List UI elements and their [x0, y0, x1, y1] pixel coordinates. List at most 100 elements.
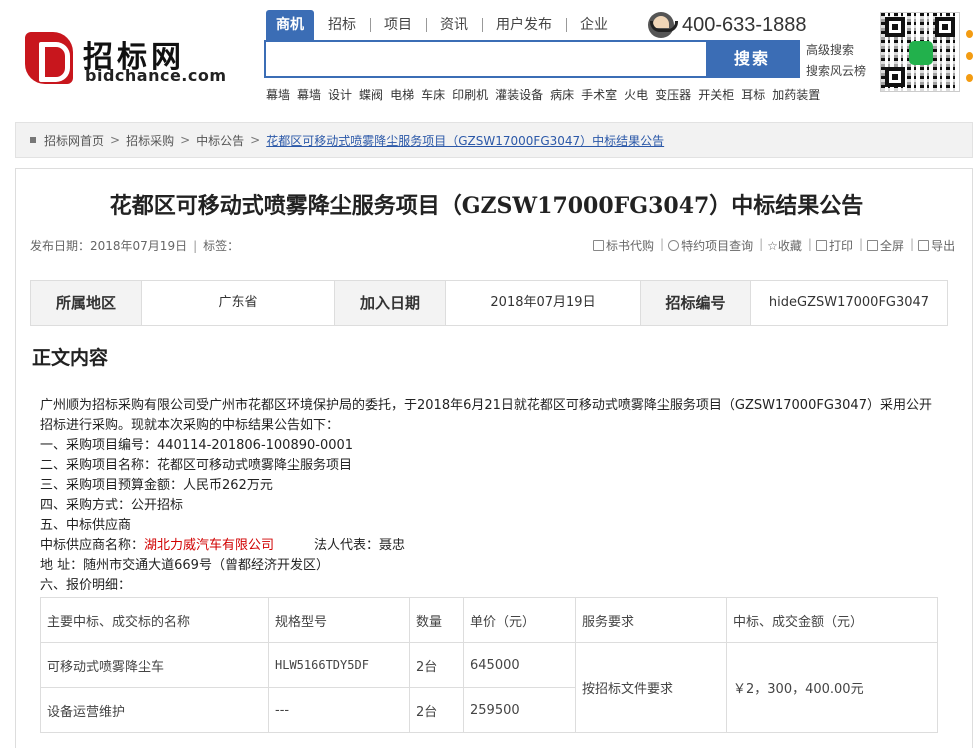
tab-news[interactable]: 资讯	[426, 10, 482, 40]
hot-keyword[interactable]: 设计	[328, 86, 352, 103]
table-cell: ￥2，300，400.00元	[726, 642, 938, 733]
hot-keyword[interactable]: 开关柜	[698, 86, 734, 103]
supplier-name[interactable]: 湖北力威汽车有限公司	[144, 538, 274, 553]
print-link[interactable]: 打印	[815, 237, 853, 254]
table-header: 数量	[409, 597, 464, 643]
fullscreen-link[interactable]: 全屏	[867, 237, 904, 254]
table-cell: 2台	[409, 687, 464, 733]
hot-keyword[interactable]: 火电	[624, 86, 648, 103]
search-bar: 搜索	[264, 40, 800, 78]
favorite-link[interactable]: ☆ 收藏	[767, 237, 802, 254]
project-name: 二、采购项目名称：花都区可移动式喷雾降尘服务项目	[40, 458, 353, 473]
hot-keyword[interactable]: 手术室	[581, 86, 617, 103]
table-cell: 645000	[463, 642, 576, 688]
breadcrumb-separator: >	[180, 133, 191, 147]
hot-keyword[interactable]: 变压器	[655, 86, 691, 103]
table-header: 服务要求	[575, 597, 727, 643]
page-title: 花都区可移动式喷雾降尘服务项目（GZSW17000FG3047）中标结果公告	[109, 193, 864, 219]
table-header: 单价（元）	[463, 597, 576, 643]
hot-keyword[interactable]: 电梯	[390, 86, 414, 103]
hot-keyword[interactable]: 耳标	[741, 86, 765, 103]
article-tools: 标书代购 | 特约项目查询 | ☆ 收藏 | 打印 | 全屏 | 导出	[593, 237, 957, 254]
fullscreen-icon	[867, 240, 879, 251]
project-budget: 三、采购项目预算金额：人民币262万元	[40, 478, 273, 493]
intro-paragraph: 广州顺为招标采购有限公司受广州市花都区环境保护局的委托，于2018年6月21日就…	[40, 398, 932, 433]
table-cell: 可移动式喷雾降尘车	[40, 642, 269, 688]
advanced-search-link[interactable]: 高级搜索	[806, 43, 854, 57]
table-cell: 2台	[409, 642, 464, 688]
breadcrumb-procurement[interactable]: 招标采购	[126, 132, 174, 149]
breadcrumb-separator: >	[110, 133, 121, 147]
logo-icon	[25, 32, 73, 84]
article-body: 广州顺为招标采购有限公司受广州市花都区环境保护局的委托，于2018年6月21日就…	[40, 396, 935, 596]
section-title: 正文内容	[32, 347, 109, 369]
hot-keyword[interactable]: 病床	[550, 86, 574, 103]
export-icon	[918, 240, 930, 251]
printer-icon	[815, 240, 827, 251]
region-label: 所属地区	[31, 281, 142, 325]
supplier-heading: 五、中标供应商	[40, 518, 132, 533]
bullet-icon	[30, 137, 36, 143]
search-input[interactable]	[266, 42, 706, 76]
table-cell: HLW5166TDY5DF	[268, 642, 410, 688]
bid-purchase-link[interactable]: 标书代购	[593, 237, 654, 254]
hot-keyword[interactable]: 灌装设备	[495, 86, 543, 103]
table-cell: 设备运营维护	[40, 687, 269, 733]
breadcrumb-separator: >	[250, 133, 261, 147]
code-label: 招标编号	[641, 281, 751, 325]
qr-code	[880, 12, 960, 92]
tab-user-posts[interactable]: 用户发布	[482, 10, 566, 40]
document-icon	[593, 240, 604, 251]
hot-keyword[interactable]: 车床	[421, 86, 445, 103]
supplier-address: 地 址：随州市交通大道669号（曾都经济开发区）	[40, 558, 329, 573]
date-label: 加入日期	[335, 281, 446, 325]
code-value: hideGZSW17000FG3047	[768, 295, 930, 310]
table-header: 中标、成交金额（元）	[726, 597, 938, 643]
side-decoration	[966, 30, 973, 100]
publish-date: 发布日期：2018年07月19日	[30, 239, 188, 253]
article-meta: 发布日期：2018年07月19日 | 标签：	[30, 239, 240, 253]
breadcrumb-home[interactable]: 招标网首页	[44, 132, 104, 149]
search-ranking-link[interactable]: 搜索风云榜	[806, 64, 866, 78]
hot-keywords: 幕墙 幕墙 设计 蝶阀 电梯 车床 印刷机 灌装设备 病床 手术室 火电 变压器…	[266, 86, 827, 103]
hotline-number: 400-633-1888	[682, 13, 807, 36]
date-value: 2018年07月19日	[446, 281, 641, 325]
tags-label: 标签：	[203, 239, 240, 253]
legal-representative: 法人代表：聂忠	[314, 538, 406, 553]
tab-companies[interactable]: 企业	[566, 10, 622, 40]
search-button[interactable]: 搜索	[706, 42, 798, 76]
procurement-method: 四、采购方式：公开招标	[40, 498, 184, 513]
table-cell: 259500	[463, 687, 576, 733]
price-heading: 六、报价明细：	[40, 578, 132, 593]
hot-keyword[interactable]: 幕墙	[297, 86, 321, 103]
table-header-row: 主要中标、成交标的名称 规格型号 数量 单价（元） 服务要求 中标、成交金额（元…	[40, 597, 938, 643]
export-link[interactable]: 导出	[918, 237, 955, 254]
star-icon: ☆	[767, 238, 778, 253]
special-query-link[interactable]: 特约项目查询	[668, 237, 753, 254]
info-table: 所属地区 广东省 加入日期 2018年07月19日 招标编号 hideGZSW1…	[30, 280, 948, 326]
qr-finder-icon	[935, 17, 955, 37]
tab-tenders[interactable]: 招标	[314, 10, 370, 40]
headset-icon	[648, 12, 678, 38]
table-header: 规格型号	[268, 597, 410, 643]
tab-opportunities[interactable]: 商机	[266, 10, 314, 40]
breadcrumb: 招标网首页 > 招标采购 > 中标公告 > 花都区可移动式喷雾降尘服务项目（GZ…	[15, 122, 973, 158]
hotline: 400-633-1888	[648, 10, 807, 40]
site-logo[interactable]: 招标网 bidchance.com	[25, 32, 245, 88]
hot-keyword[interactable]: 蝶阀	[359, 86, 383, 103]
hot-keyword[interactable]: 加药装置	[772, 86, 820, 103]
price-table: 主要中标、成交标的名称 规格型号 数量 单价（元） 服务要求 中标、成交金额（元…	[40, 597, 938, 733]
hot-keyword[interactable]: 印刷机	[452, 86, 488, 103]
supplier-line: 中标供应商名称：湖北力威汽车有限公司 法人代表：聂忠	[40, 538, 406, 553]
nav-tabs: 商机 招标 项目 资讯 用户发布 企业	[266, 10, 622, 40]
region-value: 广东省	[142, 281, 335, 325]
table-cell: ---	[268, 687, 410, 733]
tab-projects[interactable]: 项目	[370, 10, 426, 40]
hot-keyword[interactable]: 幕墙	[266, 86, 290, 103]
breadcrumb-award-notices[interactable]: 中标公告	[196, 132, 244, 149]
search-links: 高级搜索 搜索风云榜	[806, 40, 866, 82]
search-icon	[668, 240, 680, 251]
project-number: 一、采购项目编号：440114-201806-100890-0001	[40, 438, 354, 453]
qr-finder-icon	[885, 17, 905, 37]
breadcrumb-current[interactable]: 花都区可移动式喷雾降尘服务项目（GZSW17000FG3047）中标结果公告	[266, 132, 664, 149]
